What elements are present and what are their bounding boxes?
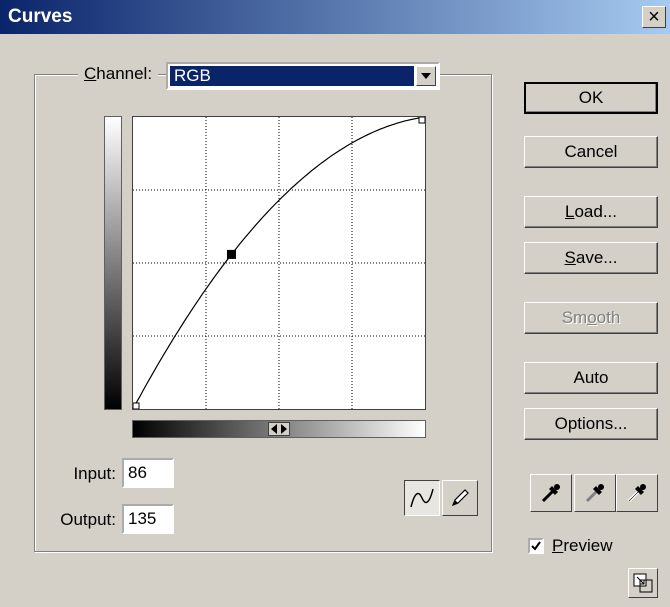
gray-eyedropper-icon [585, 484, 604, 503]
black-point-eyedropper[interactable] [530, 474, 572, 512]
pencil-tool-button[interactable] [442, 480, 478, 516]
window-title: Curves [8, 6, 73, 27]
curve-line[interactable] [133, 117, 425, 409]
smooth-button-label: Smooth [561, 308, 621, 327]
channel-label-rest: hannel: [96, 64, 153, 83]
chevron-down-icon [421, 73, 431, 79]
swap-arrows-icon [271, 424, 287, 434]
curve-icon [410, 488, 434, 508]
curve-point-selected[interactable] [226, 249, 236, 259]
channel-label: Channel: [78, 64, 159, 84]
channel-select[interactable]: RGB [166, 62, 440, 90]
close-button[interactable]: × [642, 6, 666, 28]
curve-tool-button[interactable] [404, 480, 440, 516]
cancel-button-label: Cancel [564, 142, 618, 161]
white-point-eyedropper[interactable] [616, 474, 658, 512]
curve-point[interactable] [133, 402, 140, 409]
curve-tool-group [404, 480, 478, 516]
white-eyedropper-icon [627, 484, 646, 503]
title-bar: Curves × [0, 0, 670, 34]
resize-dialog-icon [633, 573, 653, 593]
output-gradient-bar [104, 116, 122, 410]
curve-svg[interactable] [133, 117, 425, 409]
preview-label[interactable]: Preview [552, 536, 612, 556]
load-button[interactable]: Load... [524, 196, 658, 228]
save-button[interactable]: Save... [524, 242, 658, 274]
load-button-label: Load... [564, 202, 617, 221]
channel-selected-value: RGB [170, 66, 414, 86]
input-field[interactable]: 86 [122, 458, 174, 488]
options-button[interactable]: Options... [524, 408, 658, 440]
input-label: Input: [73, 464, 116, 483]
output-label: Output: [60, 510, 116, 529]
output-field[interactable]: 135 [122, 504, 174, 534]
cancel-button[interactable]: Cancel [524, 136, 658, 168]
channel-label-mnemonic: C [84, 64, 97, 83]
preview-checkbox[interactable] [528, 538, 544, 554]
save-button-label: Save... [564, 248, 618, 267]
gray-point-eyedropper[interactable] [574, 474, 616, 512]
options-button-label: Options... [554, 414, 628, 433]
gradient-direction-toggle[interactable] [268, 422, 290, 436]
pencil-icon [451, 489, 469, 507]
close-icon: × [648, 6, 660, 28]
smooth-button[interactable]: Smooth [524, 302, 658, 334]
auto-button[interactable]: Auto [524, 362, 658, 394]
ok-button[interactable]: OK [524, 82, 658, 114]
checkmark-icon [531, 541, 541, 551]
black-eyedropper-icon [541, 484, 560, 503]
channel-dropdown-button[interactable] [416, 66, 436, 86]
expand-dialog-button[interactable] [628, 568, 658, 598]
curve-graph[interactable] [132, 116, 426, 410]
ok-button-label: OK [578, 88, 604, 107]
auto-button-label: Auto [573, 368, 609, 387]
curve-point[interactable] [418, 117, 425, 124]
